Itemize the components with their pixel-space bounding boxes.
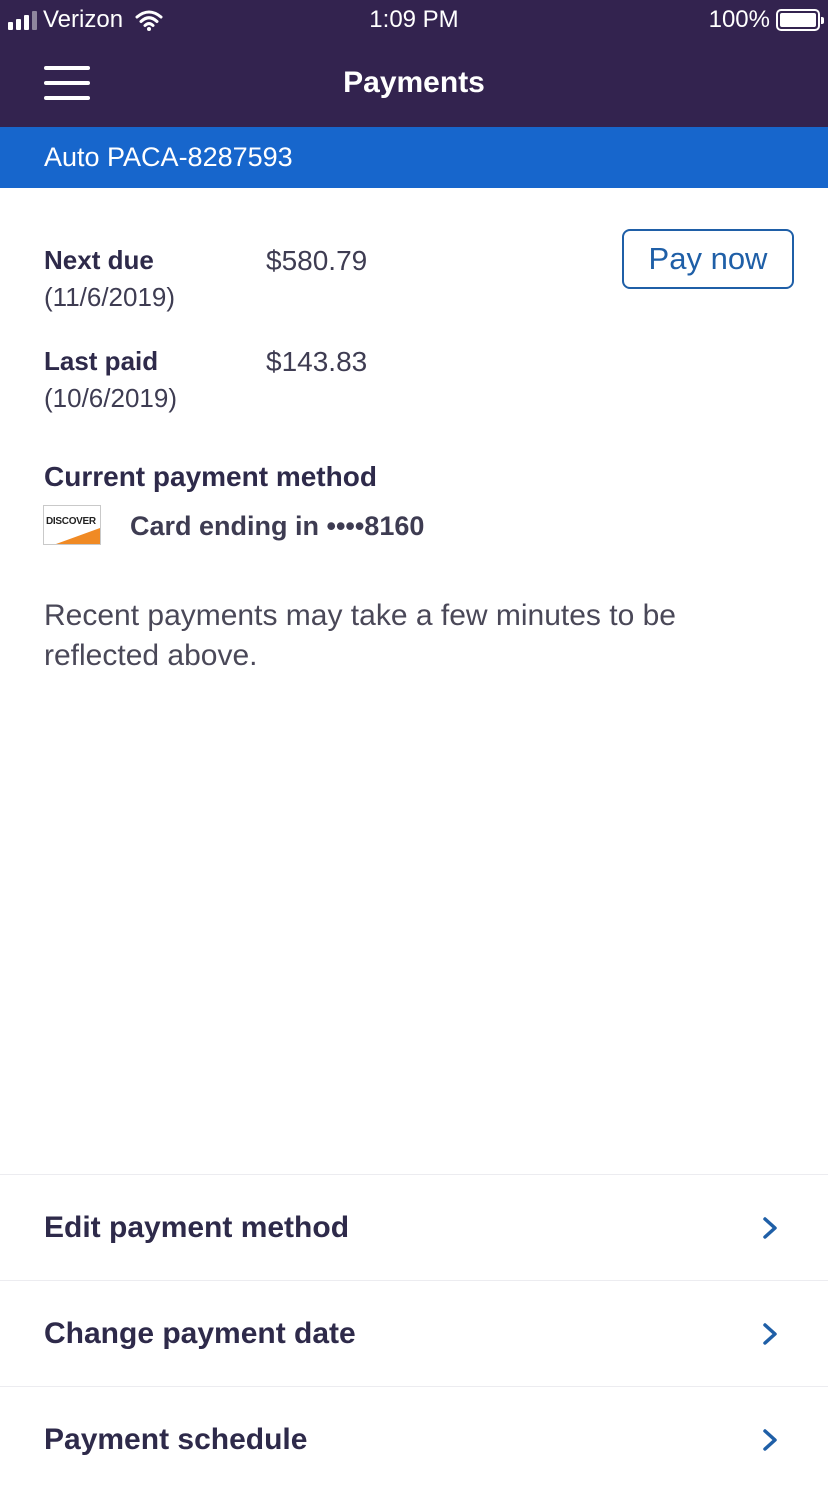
account-name: Auto PACA-8287593 [44,142,293,172]
next-due-label: Next due [44,245,154,275]
last-paid-amount: $143.83 [266,346,368,377]
account-bar: Auto PACA-8287593 [0,127,828,188]
status-bar: Verizon 1:09 PM 100% [0,0,828,40]
list-item-label: Payment schedule [44,1423,308,1456]
battery-percentage: 100% [708,6,770,33]
chevron-right-icon [763,1217,777,1239]
chevron-right-icon [763,1429,777,1451]
page-title: Payments [343,66,485,99]
chevron-right-icon [763,1323,777,1345]
next-due-amount: $580.79 [266,245,368,276]
actions-list: Edit payment method Change payment date … [0,1174,828,1489]
pay-now-button[interactable]: Pay now [622,229,794,289]
list-item-label: Change payment date [44,1317,356,1350]
last-paid-label: Last paid [44,346,159,376]
status-right: 100% [708,6,824,34]
discover-card-logo-icon: DISCOVER [43,505,101,545]
list-item-label: Edit payment method [44,1211,350,1244]
navigation-bar: Payments [0,40,828,127]
card-ending-text: Card ending in ••••8160 [130,511,425,541]
payment-schedule-item[interactable]: Payment schedule [0,1386,828,1489]
recent-payments-note: Recent payments may take a few minutes t… [44,599,676,672]
change-payment-date-item[interactable]: Change payment date [0,1280,828,1386]
last-paid-date: (10/6/2019) [44,383,177,413]
next-due-date: (11/6/2019) [44,282,176,312]
status-time: 1:09 PM [369,6,459,33]
edit-payment-method-item[interactable]: Edit payment method [0,1174,828,1280]
card-brand: DISCOVER [46,516,96,527]
battery-icon [776,9,824,31]
payment-method-title: Current payment method [44,461,377,492]
